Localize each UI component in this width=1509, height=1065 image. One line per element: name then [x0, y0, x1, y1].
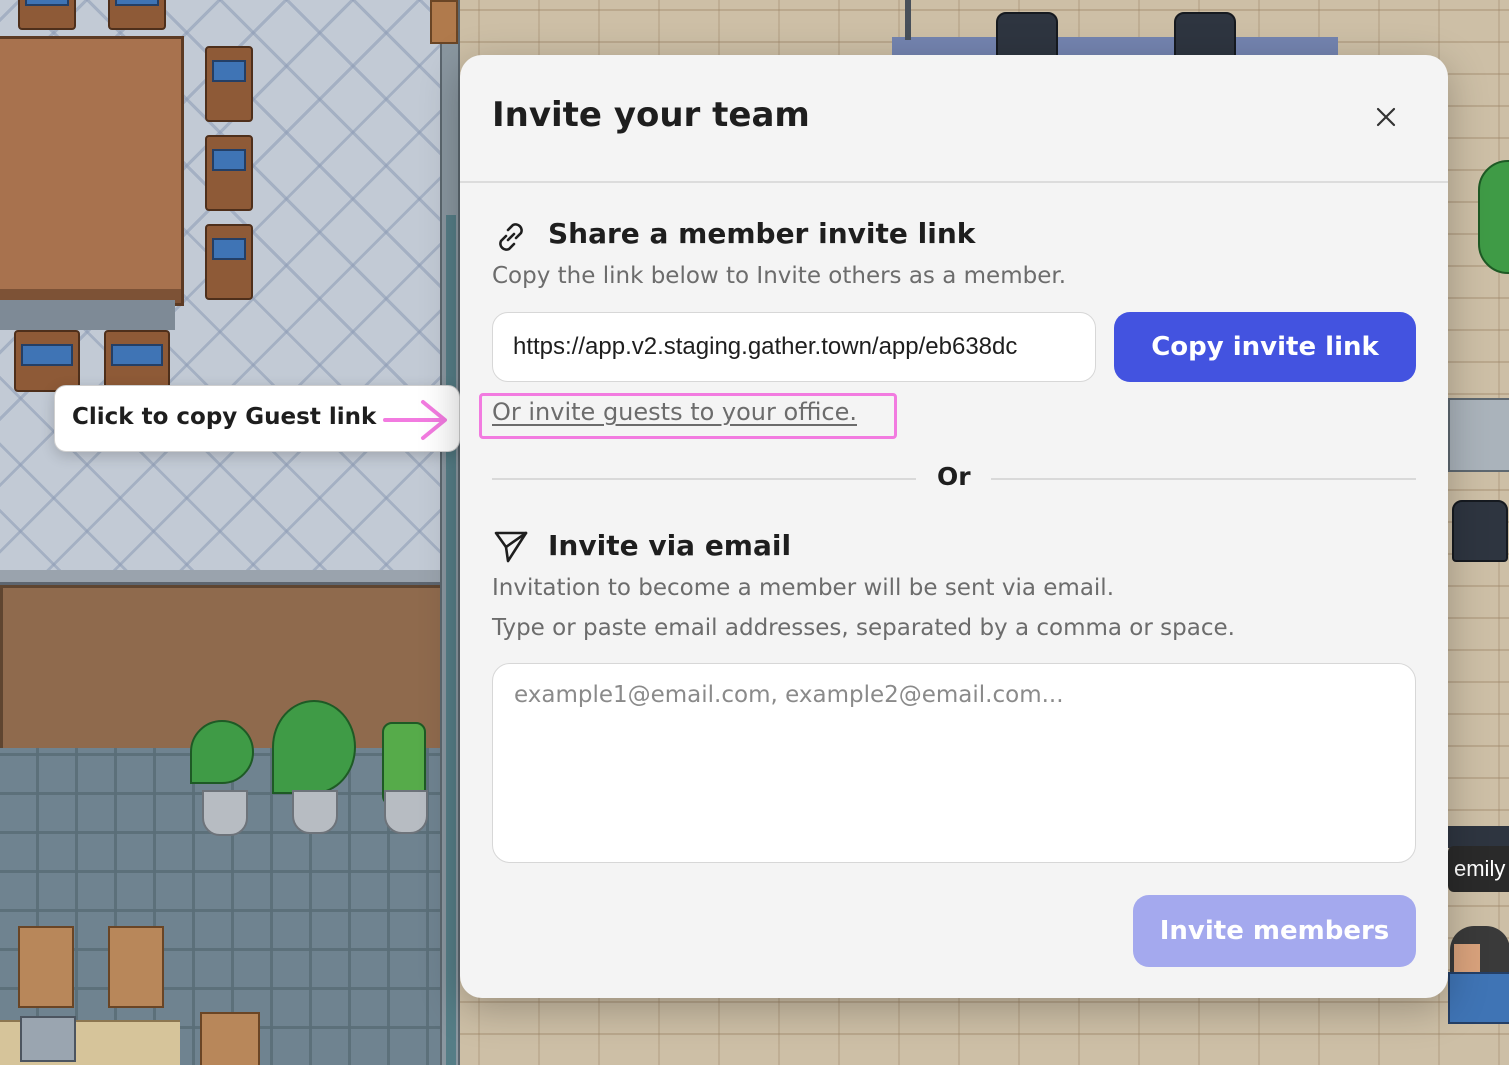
room-wall-divider — [0, 570, 448, 585]
office-chair — [104, 330, 170, 392]
guest-link-callout: Click to copy Guest link — [54, 385, 460, 452]
office-chair — [205, 135, 253, 211]
office-chair — [18, 0, 76, 30]
wooden-chair — [200, 1012, 260, 1065]
invite-members-button[interactable]: Invite members — [1133, 895, 1416, 967]
table-shadow — [0, 300, 175, 330]
tree — [1478, 160, 1509, 274]
monitor-desk — [1448, 398, 1509, 472]
email-description-line2: Type or paste email addresses, separated… — [492, 615, 1235, 641]
send-icon — [494, 531, 528, 563]
link-icon — [499, 223, 523, 251]
office-chair — [108, 0, 166, 30]
computer — [20, 1016, 76, 1062]
office-scene: emily Click to copy Guest link Invite yo… — [0, 0, 1509, 1065]
divider-line-right — [991, 478, 1416, 480]
member-link-title: Share a member invite link — [548, 217, 976, 250]
dark-office-chair — [996, 12, 1058, 60]
invite-link-field[interactable] — [492, 312, 1096, 382]
dark-office-chair — [1174, 12, 1236, 60]
modal-title: Invite your team — [492, 95, 810, 135]
conference-table — [0, 36, 184, 306]
office-chair — [205, 46, 253, 122]
blue-rug — [892, 37, 1338, 57]
avatar-desk — [1448, 972, 1509, 1024]
cable — [905, 0, 911, 40]
teal-strip — [446, 215, 456, 1065]
avatar-face — [1454, 944, 1480, 972]
callout-text: Click to copy Guest link — [72, 404, 377, 430]
invite-modal: Invite your team Share a member invite l… — [460, 55, 1448, 998]
plant-pot — [384, 790, 428, 834]
email-description-line1: Invitation to become a member will be se… — [492, 575, 1114, 601]
divider-or-label: Or — [937, 462, 971, 491]
plant-leaf — [190, 720, 254, 784]
avatar-name-tag: emily — [1448, 846, 1509, 892]
plant-pot — [292, 790, 338, 834]
email-input[interactable] — [492, 663, 1416, 863]
modal-header: Invite your team — [460, 55, 1448, 183]
wall-pillar — [430, 0, 458, 44]
desk — [1448, 826, 1509, 848]
plant-pot — [202, 790, 248, 836]
close-icon[interactable] — [1368, 99, 1404, 135]
wooden-chair — [18, 926, 74, 1008]
email-section-title: Invite via email — [548, 529, 792, 562]
arrow-right-icon — [383, 400, 447, 440]
plant-leaf — [272, 700, 356, 794]
dark-office-chair — [1452, 500, 1508, 562]
divider-line-left — [492, 478, 916, 480]
member-link-description: Copy the link below to Invite others as … — [492, 263, 1067, 289]
invite-guests-link[interactable]: Or invite guests to your office. — [492, 398, 857, 426]
copy-invite-link-button[interactable]: Copy invite link — [1114, 312, 1416, 382]
office-chair — [205, 224, 253, 300]
wooden-chair — [108, 926, 164, 1008]
office-chair — [14, 330, 80, 392]
